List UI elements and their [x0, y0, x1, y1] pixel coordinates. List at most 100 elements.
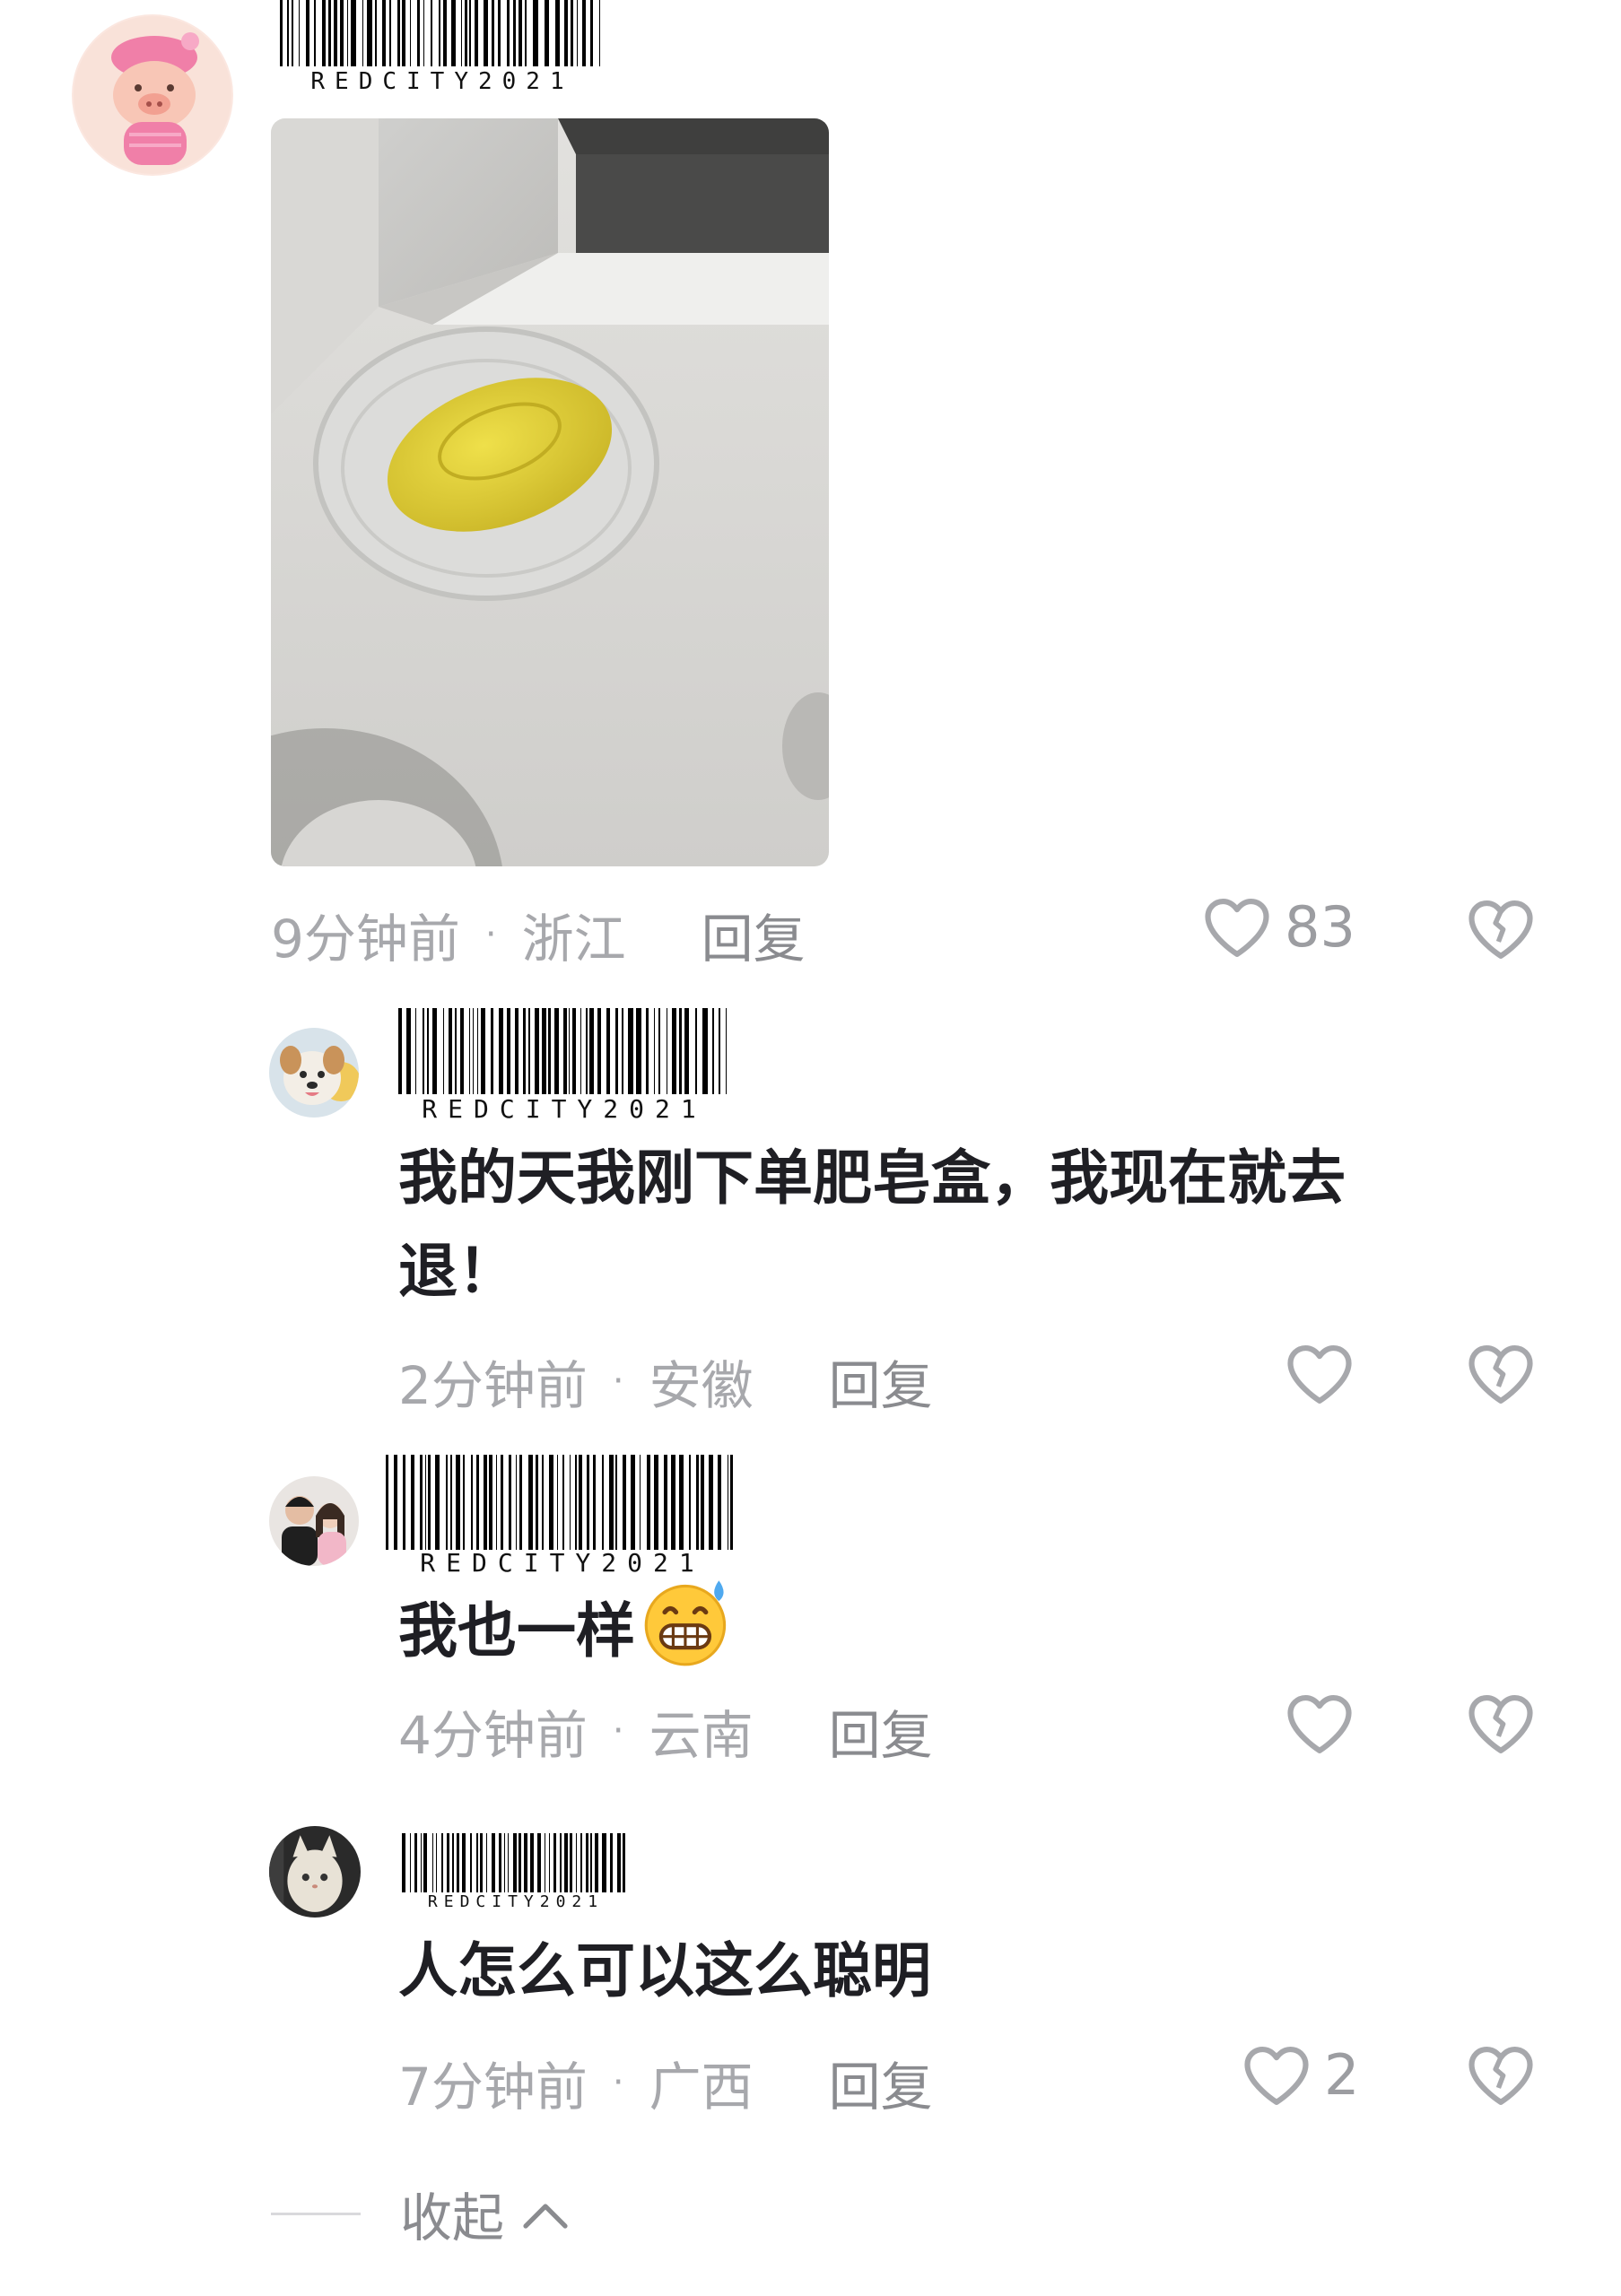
- username-barcode[interactable]: REDCITY2021: [402, 1833, 630, 1911]
- barcode-stripe: [298, 0, 301, 66]
- avatar-cat[interactable]: [269, 1826, 361, 1918]
- username-barcode[interactable]: REDCITY2021: [386, 1455, 739, 1578]
- barcode-stripe: [664, 1455, 667, 1550]
- barcode-stripe: [544, 0, 550, 66]
- comment-meta-2: 2分钟前 · 安徽 回复: [398, 1344, 933, 1419]
- comment-text-line: 人怎么可以这么聪明: [398, 1936, 931, 2005]
- barcode-bars: [402, 1833, 630, 1892]
- barcode-stripe: [524, 0, 527, 66]
- barcode-stripe: [446, 1833, 449, 1892]
- barcode-stripe: [405, 1008, 412, 1094]
- reply-button[interactable]: 回复: [829, 2045, 933, 2120]
- barcode-stripe: [486, 1833, 488, 1892]
- barcode-stripe: [590, 1833, 593, 1892]
- barcode-stripe: [533, 0, 538, 66]
- barcode-stripe: [409, 0, 412, 66]
- like-button[interactable]: [1285, 1690, 1355, 1756]
- barcode-stripe: [462, 1833, 466, 1892]
- barcode-stripe: [640, 1455, 641, 1550]
- barcode-stripe: [512, 1833, 517, 1892]
- barcode-stripe: [615, 1008, 618, 1094]
- reply-button[interactable]: 回复: [702, 897, 806, 972]
- barcode-stripe: [622, 1455, 626, 1550]
- barcode-stripe: [616, 1833, 621, 1892]
- barcode-stripe: [570, 1455, 571, 1550]
- barcode-stripe: [575, 1455, 577, 1550]
- barcode-stripe: [630, 1455, 636, 1550]
- barcode-stripe: [339, 0, 344, 66]
- barcode-stripe: [599, 0, 601, 66]
- comment-photo-soap[interactable]: [271, 118, 829, 866]
- avatar-pig[interactable]: [72, 14, 233, 176]
- broken-heart-icon: [1466, 2046, 1536, 2111]
- separator-dot: ·: [484, 914, 497, 955]
- barcode-stripe: [501, 1455, 503, 1550]
- dislike-button[interactable]: [1466, 1340, 1536, 1410]
- barcode-stripe: [622, 1833, 625, 1892]
- barcode-stripe: [449, 1008, 452, 1094]
- collapse-divider: [271, 2212, 361, 2215]
- barcode-stripe: [435, 1833, 437, 1892]
- barcode-stripe: [646, 1455, 650, 1550]
- reply-button[interactable]: 回复: [829, 1693, 933, 1769]
- barcode-stripe: [496, 1455, 498, 1550]
- barcode-stripe: [562, 1455, 564, 1550]
- barcode-stripe: [592, 1455, 597, 1550]
- barcode-stripe: [291, 0, 294, 66]
- barcode-stripe: [569, 1833, 572, 1892]
- barcode-stripe: [386, 1455, 388, 1550]
- comment-text-line: 退！: [398, 1237, 517, 1306]
- barcode-stripe: [483, 0, 489, 66]
- broken-heart-icon: [1466, 900, 1536, 965]
- barcode-stripe: [519, 1833, 522, 1892]
- barcode-stripe: [580, 1008, 582, 1094]
- barcode-stripe: [571, 0, 573, 66]
- barcode-stripe: [702, 1008, 708, 1094]
- barcode-stripe: [442, 1008, 445, 1094]
- barcode-stripe: [615, 1455, 617, 1550]
- comment-text: 我的天我刚下单肥皂盒，我现在就去 退！: [398, 1132, 1547, 1318]
- barcode-stripe: [472, 1008, 475, 1094]
- barcode-stripe: [464, 0, 467, 66]
- comment-text: 我也一样: [398, 1575, 734, 1695]
- barcode-stripe: [586, 1833, 589, 1892]
- username-barcode[interactable]: REDCITY2021: [280, 0, 605, 95]
- barcode-stripe: [489, 1455, 493, 1550]
- avatar-couple[interactable]: [269, 1476, 359, 1566]
- barcode-stripe: [569, 1008, 571, 1094]
- barcode-stripe: [524, 1833, 528, 1892]
- barcode-stripe: [492, 0, 495, 66]
- dislike-button[interactable]: [1466, 895, 1536, 965]
- barcode-stripe: [431, 1833, 433, 1892]
- reply-button[interactable]: 回复: [829, 1344, 933, 1419]
- barcode-stripe: [507, 1008, 511, 1094]
- like-button[interactable]: 83: [1202, 893, 1355, 960]
- barcode-stripe: [499, 1008, 504, 1094]
- barcode-stripe: [628, 1008, 633, 1094]
- barcode-stripe: [709, 1455, 714, 1550]
- barcode-caption: REDCITY2021: [420, 1548, 705, 1578]
- barcode-stripe: [459, 1008, 464, 1094]
- username-barcode[interactable]: REDCITY2021: [398, 1008, 730, 1124]
- dislike-button[interactable]: [1466, 1690, 1536, 1760]
- barcode-stripe: [589, 1008, 595, 1094]
- barcode-stripe: [393, 1455, 397, 1550]
- barcode-stripe: [556, 1455, 559, 1550]
- collapse-replies-button[interactable]: 收起: [271, 2176, 569, 2251]
- dislike-button[interactable]: [1466, 2041, 1536, 2111]
- barcode-stripe: [653, 1008, 655, 1094]
- comment-location: 云南: [649, 1705, 754, 1766]
- chevron-up-icon: [522, 2183, 569, 2244]
- like-count: 83: [1285, 893, 1355, 960]
- barcode-stripe: [528, 1008, 530, 1094]
- like-button[interactable]: [1285, 1340, 1355, 1406]
- barcode-stripe: [711, 1008, 715, 1094]
- comment-meta-3: 4分钟前 · 云南 回复: [398, 1693, 933, 1769]
- like-button[interactable]: 2: [1242, 2041, 1359, 2108]
- barcode-caption: REDCITY2021: [422, 1094, 707, 1124]
- barcode-stripe: [421, 1833, 423, 1892]
- avatar-dog[interactable]: [269, 1028, 359, 1118]
- barcode-stripe: [415, 1008, 417, 1094]
- heart-outline-icon: [1202, 893, 1272, 960]
- barcode-stripe: [287, 0, 289, 66]
